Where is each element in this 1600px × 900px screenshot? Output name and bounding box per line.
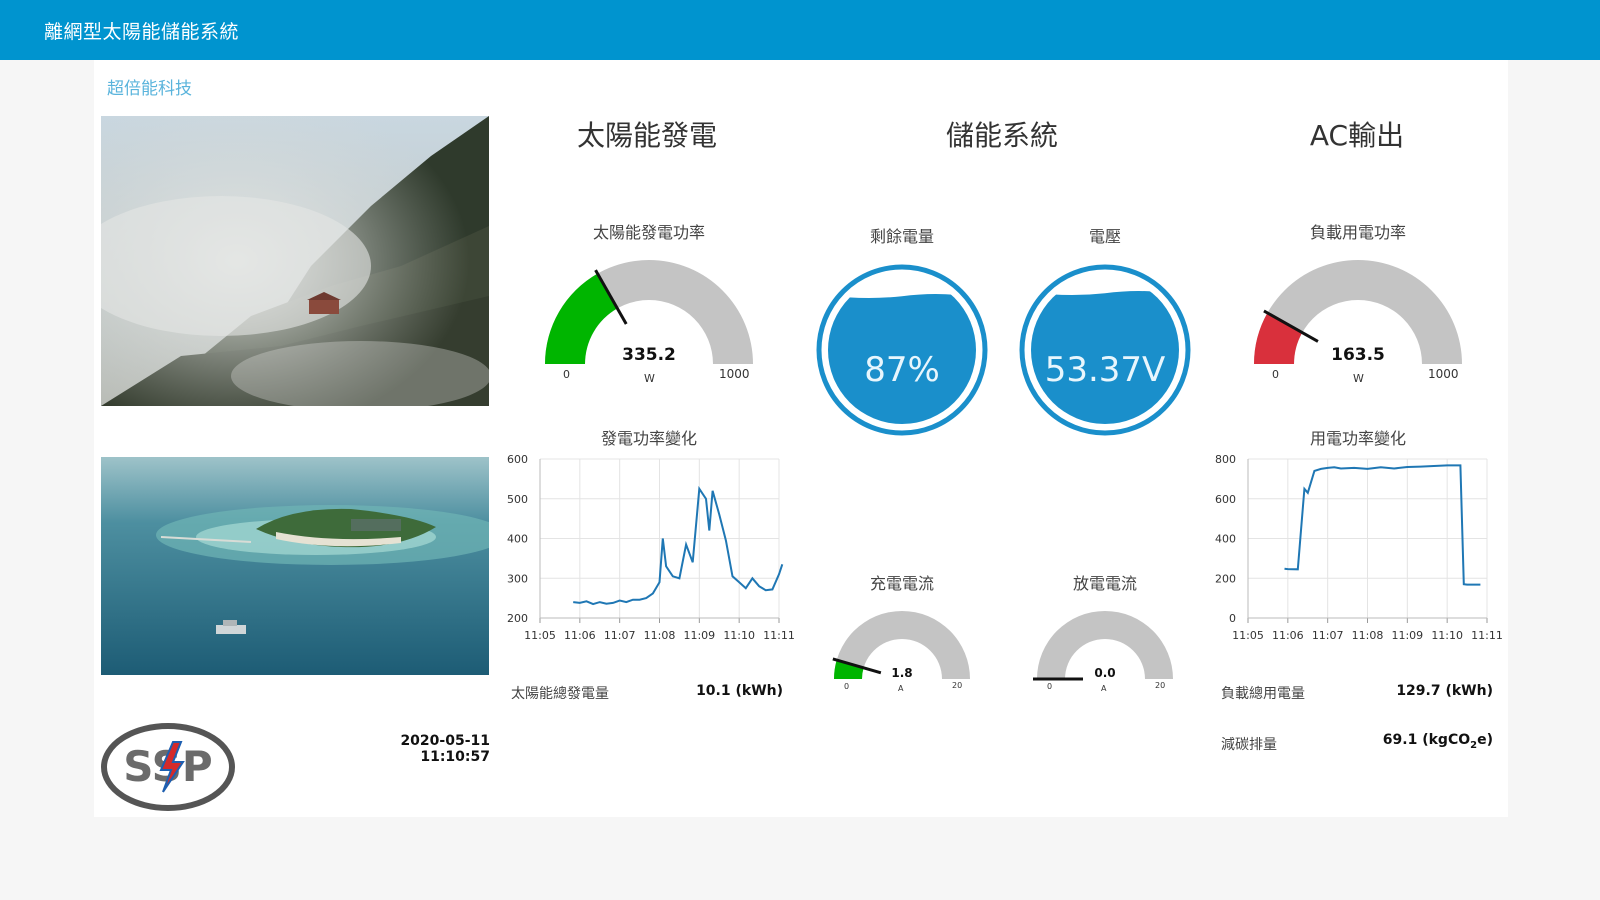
solar-power-chart: 200 300 400 500 600 11:05 11:06 11:07 11:08 11:09…: [507, 453, 795, 642]
island-photo: [101, 457, 489, 675]
x-tick-label: 11:08: [1352, 629, 1384, 642]
timestamp: 2020-05-11 11:10:57: [400, 733, 490, 765]
x-tick-label: 11:07: [1312, 629, 1344, 642]
solar-gauge-unit: W: [644, 372, 655, 385]
y-tick-label: 600: [1215, 493, 1236, 506]
section-title-solar: 太陽能發電: [576, 119, 717, 152]
section-title-ac: AC輸出: [1309, 119, 1405, 152]
solar-gauge-max: 1000: [719, 367, 750, 381]
y-tick-label: 400: [1215, 533, 1236, 546]
voltage-label: 電壓: [1088, 227, 1121, 246]
carbon-label: 減碳排量: [1221, 737, 1277, 753]
x-tick-label: 11:09: [1391, 629, 1423, 642]
mountain-photo: [101, 116, 489, 406]
charge-gauge-max: 20: [952, 681, 963, 690]
y-tick-label: 600: [507, 453, 528, 466]
brand-name[interactable]: 超倍能科技: [107, 74, 192, 99]
y-tick-label: 200: [1215, 572, 1236, 585]
x-tick-label: 11:11: [763, 629, 795, 642]
solar-total-value: 10.1 (kWh): [696, 683, 783, 699]
load-total-value: 129.7 (kWh): [1396, 683, 1493, 699]
y-tick-label: 800: [1215, 453, 1236, 466]
solar-power-series-line: [573, 485, 784, 606]
discharge-gauge-max: 20: [1155, 681, 1166, 690]
solar-gauge-value: 335.2: [622, 345, 676, 365]
y-tick-label: 300: [507, 572, 528, 585]
x-tick-label: 11:06: [1272, 629, 1304, 642]
x-tick-label: 11:05: [1232, 629, 1264, 642]
solar-total-label: 太陽能總發電量: [511, 686, 609, 702]
discharge-gauge-unit: A: [1101, 684, 1107, 693]
x-tick-label: 11:10: [1431, 629, 1463, 642]
y-tick-label: 0: [1229, 612, 1236, 625]
load-power-series-line: [1284, 464, 1481, 586]
charge-gauge-label: 充電電流: [869, 574, 934, 593]
load-gauge-label: 負載用電功率: [1309, 223, 1406, 242]
discharge-gauge-label: 放電電流: [1072, 574, 1137, 593]
x-tick-label: 11:11: [1471, 629, 1503, 642]
voltage-value: 53.37V: [1044, 350, 1166, 390]
x-tick-label: 11:07: [604, 629, 636, 642]
x-tick-label: 11:06: [564, 629, 596, 642]
discharge-gauge-min: 0: [1047, 682, 1053, 691]
load-gauge-min: 0: [1272, 368, 1279, 381]
x-tick-label: 11:10: [723, 629, 755, 642]
section-title-storage: 儲能系統: [945, 119, 1058, 152]
charge-gauge-value: 1.8: [891, 666, 913, 680]
carbon-value: 69.1 (kgCO2e): [1382, 732, 1493, 751]
solar-gauge-min: 0: [563, 368, 570, 381]
solar-chart-title: 發電功率變化: [600, 429, 697, 448]
soc-value: 87%: [864, 350, 940, 390]
y-tick-label: 400: [507, 533, 528, 546]
load-power-chart: 0 200 400 600 800 11:05 11:06 11:07 11:08 11:09 11…: [1215, 453, 1503, 642]
load-total-label: 負載總用電量: [1221, 686, 1305, 702]
ssp-logo: SSP: [101, 722, 236, 812]
app-title: 離網型太陽能儲能系統: [44, 21, 240, 43]
discharge-gauge-value: 0.0: [1094, 666, 1116, 680]
x-tick-label: 11:08: [644, 629, 676, 642]
load-chart-title: 用電功率變化: [1309, 429, 1406, 448]
y-tick-label: 200: [507, 612, 528, 625]
solar-gauge-label: 太陽能發電功率: [592, 223, 705, 242]
charge-gauge-unit: A: [898, 684, 904, 693]
top-bar: 離網型太陽能儲能系統: [0, 0, 1600, 60]
y-tick-label: 500: [507, 493, 528, 506]
load-gauge-unit: W: [1353, 372, 1364, 385]
x-tick-label: 11:09: [683, 629, 715, 642]
load-gauge-value: 163.5: [1331, 345, 1385, 365]
x-tick-label: 11:05: [524, 629, 556, 642]
soc-label: 剩餘電量: [869, 227, 934, 246]
load-gauge-max: 1000: [1428, 367, 1459, 381]
charge-gauge-min: 0: [844, 682, 850, 691]
